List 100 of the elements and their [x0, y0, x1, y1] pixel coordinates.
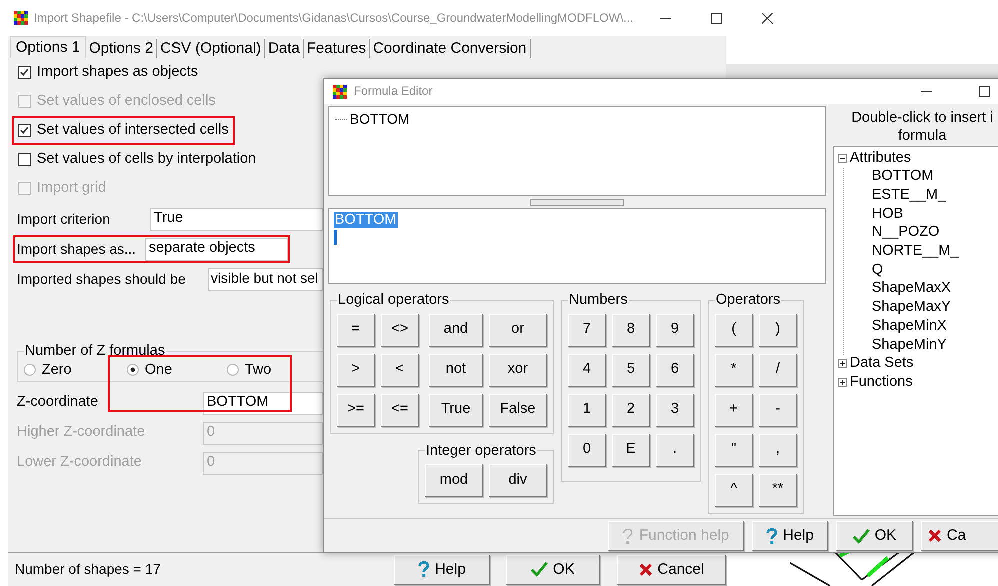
key-button[interactable]: E	[612, 434, 650, 466]
app-icon	[333, 84, 347, 98]
key-button[interactable]: ^	[715, 474, 753, 506]
tree-item[interactable]: HOB	[872, 206, 904, 224]
checkbox-label: Import grid	[37, 180, 106, 198]
group-title: Number of Z formulas	[24, 344, 166, 358]
expand-icon[interactable]	[838, 359, 847, 368]
tab[interactable]: Coordinate Conversion	[370, 39, 531, 58]
tree-item[interactable]: ShapeMaxX	[872, 280, 951, 298]
input-field[interactable]: BOTTOM	[203, 392, 323, 414]
selected-text: BOTTOM	[334, 212, 398, 228]
key-button[interactable]: or	[489, 314, 547, 346]
expand-icon[interactable]	[838, 378, 847, 388]
maximize-icon[interactable]	[710, 12, 722, 24]
checkbox-label: Set values of enclosed cells	[37, 92, 216, 110]
key-button[interactable]: <>	[381, 314, 419, 346]
key-button[interactable]: ,	[759, 434, 797, 466]
radio-button[interactable]	[127, 364, 139, 376]
cancel-button[interactable]: Ca	[921, 521, 998, 551]
checkbox[interactable]	[18, 66, 31, 79]
help-button[interactable]: Help	[752, 521, 828, 551]
key-button[interactable]: <	[381, 354, 419, 386]
key-button[interactable]: not	[429, 354, 483, 386]
key-button[interactable]: .	[656, 434, 694, 466]
field-label: Z-coordinate	[17, 394, 100, 412]
key-button[interactable]: xor	[489, 354, 547, 386]
key-button[interactable]: *	[715, 354, 753, 386]
key-button[interactable]: div	[489, 464, 547, 497]
tab[interactable]: Features	[304, 39, 370, 58]
key-button[interactable]: and	[429, 314, 483, 346]
tree-item[interactable]: ShapeMinX	[872, 318, 947, 336]
tree-item[interactable]: BOTTOM	[872, 168, 934, 186]
key-button[interactable]: mod	[425, 464, 483, 497]
check-icon	[852, 528, 870, 544]
key-button[interactable]: >	[337, 354, 375, 386]
key-button[interactable]: **	[759, 474, 797, 506]
radio-button[interactable]	[24, 364, 36, 376]
cancel-button[interactable]: Cancel	[617, 554, 726, 584]
ok-button[interactable]: OK	[836, 521, 914, 551]
radio-label: Zero	[42, 362, 72, 379]
tree-item[interactable]: BOTTOM	[350, 111, 410, 128]
window-title: Formula Editor	[354, 84, 433, 99]
splitter-handle[interactable]	[530, 198, 624, 206]
key-button[interactable]: 8	[612, 314, 650, 346]
app-icon	[14, 11, 28, 25]
group-title: Integer operators	[425, 444, 538, 458]
input-field[interactable]: separate objects	[145, 238, 288, 260]
radio-label: Two	[245, 362, 272, 379]
key-button[interactable]: 3	[656, 394, 694, 426]
tree-item[interactable]: ESTE__M_	[872, 187, 946, 204]
key-button[interactable]: "	[715, 434, 753, 466]
tab[interactable]: Data	[265, 39, 304, 58]
panel-header-text: formula	[897, 127, 948, 145]
key-button[interactable]: 0	[568, 434, 606, 466]
key-button[interactable]: <=	[381, 394, 419, 426]
field-label: Import shapes as...	[17, 240, 138, 258]
close-icon[interactable]	[762, 12, 773, 24]
tree-item[interactable]: ShapeMaxY	[872, 299, 951, 317]
panel-header-text: Double-click to insert i	[850, 109, 994, 127]
key-button[interactable]: =	[337, 314, 375, 346]
checkbox[interactable]	[18, 124, 31, 137]
key-button[interactable]: 5	[612, 354, 650, 386]
text-cursor	[334, 230, 337, 246]
tab[interactable]: Options 2	[86, 39, 158, 58]
tab[interactable]: Options 1	[10, 36, 86, 58]
ok-button[interactable]: OK	[506, 554, 600, 584]
key-button[interactable]: (	[715, 314, 753, 346]
checkbox[interactable]	[18, 153, 31, 166]
key-button[interactable]: /	[759, 354, 797, 386]
key-button[interactable]: +	[715, 394, 753, 426]
cross-icon	[928, 529, 942, 543]
tree-item[interactable]: NORTE__M_	[872, 243, 959, 260]
collapse-icon[interactable]	[838, 154, 847, 163]
key-button[interactable]: 2	[612, 394, 650, 426]
key-button[interactable]: -	[759, 394, 797, 426]
key-button[interactable]: 7	[568, 314, 606, 346]
tree-item[interactable]: N__POZO	[872, 224, 940, 242]
help-icon	[622, 528, 634, 544]
radio-button[interactable]	[227, 364, 239, 376]
tree-item[interactable]: ShapeMinY	[872, 336, 947, 354]
key-button[interactable]: 9	[656, 314, 694, 346]
tab[interactable]: CSV (Optional)	[157, 39, 266, 58]
tree-item[interactable]: Functions	[850, 374, 913, 392]
key-button[interactable]: 4	[568, 354, 606, 386]
tree-item[interactable]: Data Sets	[850, 355, 914, 373]
key-button[interactable]: True	[429, 394, 483, 426]
key-button[interactable]: )	[759, 314, 797, 346]
input-field[interactable]: visible but not sel	[208, 268, 323, 290]
tree-item[interactable]: Q	[872, 262, 884, 280]
maximize-icon[interactable]	[979, 86, 990, 97]
input-field[interactable]: True	[150, 208, 323, 230]
help-icon	[766, 528, 778, 544]
key-button[interactable]: >=	[337, 394, 375, 426]
key-button[interactable]: 1	[568, 394, 606, 426]
tree-item[interactable]: Attributes	[850, 150, 912, 168]
key-button[interactable]: False	[489, 394, 547, 426]
help-button[interactable]: Help	[394, 554, 490, 584]
check-icon	[531, 562, 548, 577]
key-button[interactable]: 6	[656, 354, 694, 386]
help-icon	[418, 561, 430, 578]
